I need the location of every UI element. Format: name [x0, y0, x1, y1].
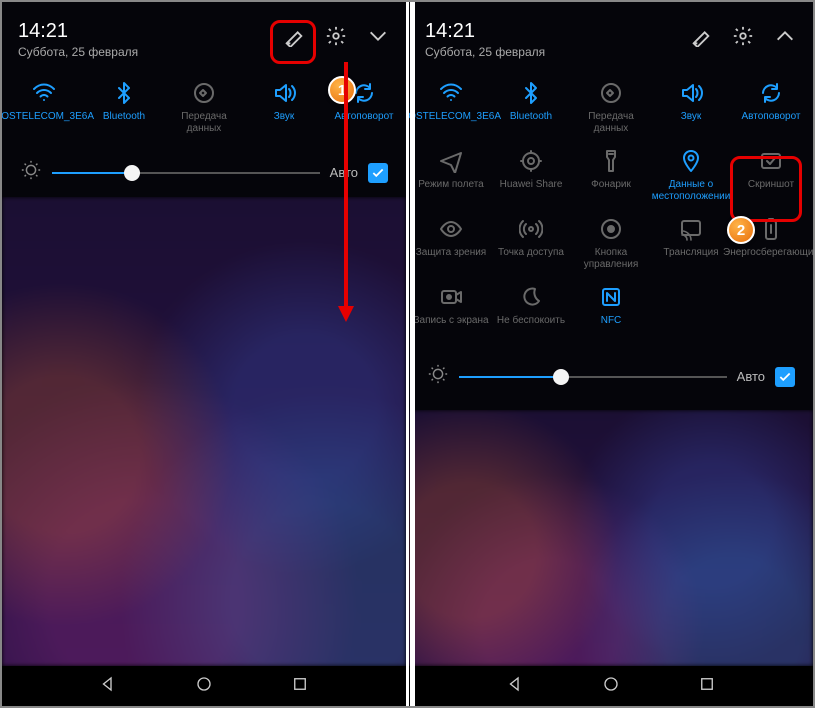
gear-icon[interactable] — [324, 24, 348, 48]
bluetooth-icon — [110, 79, 138, 107]
tile-label: Звук — [679, 111, 704, 135]
tile-bluetooth[interactable]: Bluetooth — [491, 73, 571, 141]
tile-label: Передача данных — [571, 111, 651, 135]
tile-label: Скриншот — [746, 179, 796, 203]
tile-plane[interactable]: Режим полета — [411, 141, 491, 209]
tile-label: Защита зрения — [414, 247, 488, 271]
nav-home-icon[interactable] — [602, 675, 620, 698]
tile-torch[interactable]: Фонарик — [571, 141, 651, 209]
tile-data[interactable]: Передача данных — [571, 73, 651, 141]
nav-back-icon[interactable] — [506, 675, 524, 698]
tile-eye[interactable]: Защита зрения — [411, 209, 491, 277]
brightness-row: Авто — [409, 353, 813, 404]
cast-icon — [677, 215, 705, 243]
navdot-icon — [597, 215, 625, 243]
annotation-arrow-down — [336, 62, 356, 322]
auto-brightness-label: Авто — [737, 369, 765, 384]
tile-label: Энергосберегающий — [721, 247, 813, 271]
tile-label: Данные о местоположении — [650, 179, 733, 203]
screenshot-icon — [757, 147, 785, 175]
tile-nfc[interactable]: NFC — [571, 277, 651, 345]
tile-label: Звук — [272, 111, 297, 135]
brightness-icon — [427, 363, 449, 390]
tile-label: Фонарик — [589, 179, 633, 203]
plane-icon — [437, 147, 465, 175]
tile-navdot[interactable]: Кнопка управления — [571, 209, 651, 277]
eye-icon — [437, 215, 465, 243]
android-navbar — [2, 666, 406, 706]
tile-wifi[interactable]: ROSTELECOM_3E6A — [411, 73, 491, 141]
clock-date: Суббота, 25 февраля — [18, 45, 138, 59]
tile-label: Автоповорот — [739, 111, 802, 135]
tile-rotate[interactable]: Автоповорот — [731, 73, 811, 141]
gear-icon[interactable] — [731, 24, 755, 48]
phone-right: 14:21 Суббота, 25 февраля ROSTELECOM_3E6… — [409, 2, 813, 706]
tile-screenshot[interactable]: Скриншот — [731, 141, 811, 209]
tile-hotspot[interactable]: Точка доступа — [491, 209, 571, 277]
tile-label: Bluetooth — [508, 111, 554, 135]
dnd-icon — [517, 283, 545, 311]
tile-label: Huawei Share — [498, 179, 565, 203]
tile-label: Не беспокоить — [495, 315, 567, 339]
annotation-badge-2: 2 — [727, 216, 755, 244]
battery-icon — [757, 215, 785, 243]
tile-record[interactable]: Запись с экрана — [411, 277, 491, 345]
wifi-icon — [437, 79, 465, 107]
tile-label: Запись с экрана — [411, 315, 490, 339]
edit-icon[interactable] — [282, 24, 306, 48]
tile-cast[interactable]: Трансляция — [651, 209, 731, 277]
tile-label: Bluetooth — [101, 111, 147, 135]
status-bar: 14:21 Суббота, 25 февраля — [409, 2, 813, 69]
android-navbar — [409, 666, 813, 706]
tile-bluetooth[interactable]: Bluetooth — [84, 73, 164, 141]
wallpaper — [409, 410, 813, 666]
tile-sound[interactable]: Звук — [244, 73, 324, 141]
auto-brightness-checkbox[interactable] — [368, 163, 388, 183]
record-icon — [437, 283, 465, 311]
tile-share[interactable]: Huawei Share — [491, 141, 571, 209]
brightness-icon — [20, 159, 42, 186]
expand-icon[interactable] — [366, 24, 390, 48]
edit-icon[interactable] — [689, 24, 713, 48]
torch-icon — [597, 147, 625, 175]
share-icon — [517, 147, 545, 175]
nav-recent-icon[interactable] — [291, 675, 309, 698]
tile-sound[interactable]: Звук — [651, 73, 731, 141]
tile-dnd[interactable]: Не беспокоить — [491, 277, 571, 345]
tile-label: Режим полета — [416, 179, 485, 203]
collapse-icon[interactable] — [773, 24, 797, 48]
hotspot-icon — [517, 215, 545, 243]
tile-label: NFC — [599, 315, 624, 339]
clock-time: 14:21 — [18, 20, 138, 43]
nav-home-icon[interactable] — [195, 675, 213, 698]
tile-label: Кнопка управления — [571, 247, 651, 271]
data-icon — [190, 79, 218, 107]
tile-location[interactable]: Данные о местоположении — [651, 141, 731, 209]
tile-label: Передача данных — [164, 111, 244, 135]
brightness-slider[interactable] — [459, 367, 727, 387]
brightness-slider[interactable] — [52, 163, 320, 183]
location-icon — [677, 147, 705, 175]
bluetooth-icon — [517, 79, 545, 107]
wifi-icon — [30, 79, 58, 107]
tile-data[interactable]: Передача данных — [164, 73, 244, 141]
sound-icon — [677, 79, 705, 107]
quick-settings-expanded: 14:21 Суббота, 25 февраля ROSTELECOM_3E6… — [409, 2, 813, 410]
auto-brightness-checkbox[interactable] — [775, 367, 795, 387]
rotate-icon — [757, 79, 785, 107]
clock-date: Суббота, 25 февраля — [425, 45, 545, 59]
data-icon — [597, 79, 625, 107]
tile-label: Трансляция — [661, 247, 720, 271]
clock-time: 14:21 — [425, 20, 545, 43]
tiles-grid-expanded: ROSTELECOM_3E6ABluetoothПередача данныхЗ… — [409, 69, 813, 353]
tile-label: Точка доступа — [496, 247, 566, 271]
nav-back-icon[interactable] — [99, 675, 117, 698]
nav-recent-icon[interactable] — [698, 675, 716, 698]
tile-label: ROSTELECOM_3E6A — [409, 111, 503, 135]
tile-label: ROSTELECOM_3E6A — [2, 111, 96, 135]
status-bar: 14:21 Суббота, 25 февраля — [2, 2, 406, 69]
nfc-icon — [597, 283, 625, 311]
tile-wifi[interactable]: ROSTELECOM_3E6A — [4, 73, 84, 141]
sound-icon — [270, 79, 298, 107]
